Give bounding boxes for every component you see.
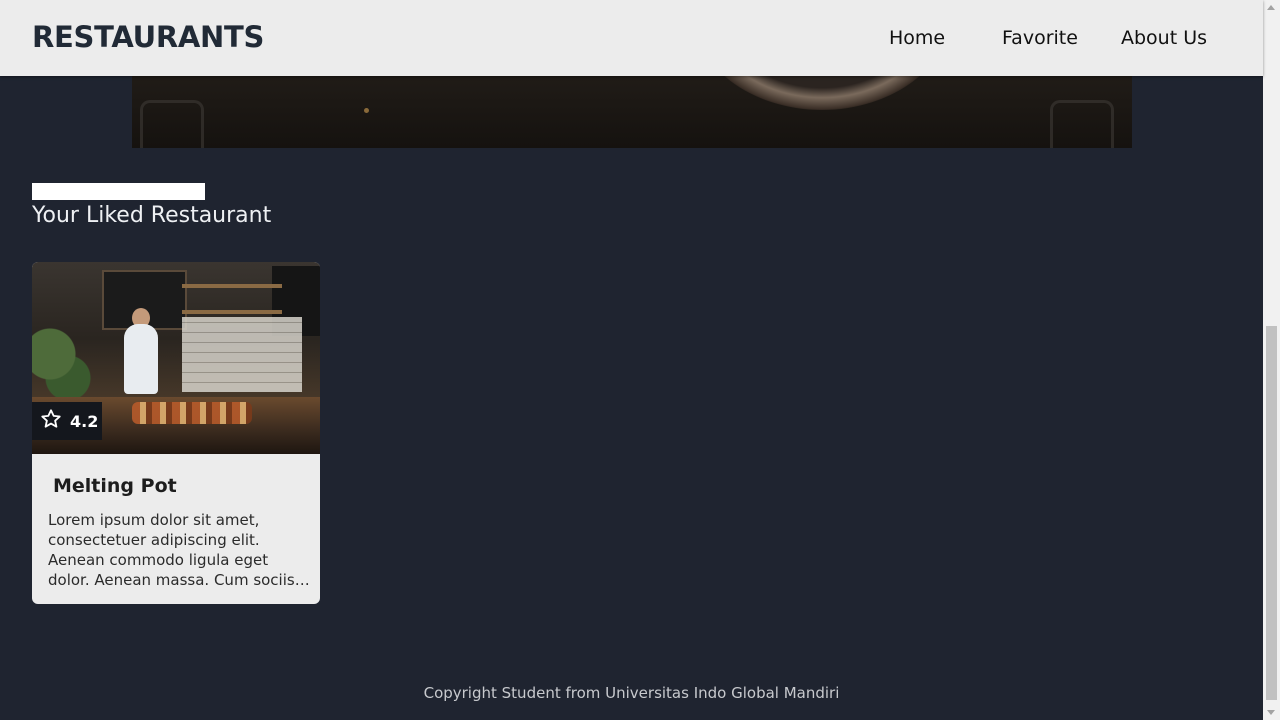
scroll-down-arrow-icon[interactable] <box>1267 710 1275 715</box>
section-title-accent <box>32 183 205 200</box>
app-bar: RESTAURANTS Home Favorite About Us <box>0 0 1263 76</box>
footer-copyright: Copyright Student from Universitas Indo … <box>423 684 840 702</box>
rating-badge: 4.2 <box>32 402 102 440</box>
image-shelf <box>182 284 282 288</box>
restaurant-description: Lorem ipsum dolor sit amet, consectetuer… <box>48 511 295 589</box>
image-plants <box>32 322 92 402</box>
scroll-up-arrow-icon[interactable] <box>1267 5 1275 10</box>
star-outline-icon <box>40 408 62 434</box>
image-shelf <box>182 310 282 314</box>
nav-link-about-us[interactable]: About Us <box>1121 27 1207 49</box>
image-tiles <box>182 317 302 392</box>
rating-value: 4.2 <box>70 411 99 431</box>
vertical-scrollbar[interactable] <box>1263 0 1280 720</box>
image-person <box>124 324 158 394</box>
scrollbar-thumb[interactable] <box>1266 326 1277 700</box>
image-food <box>132 402 252 424</box>
restaurant-image[interactable]: 4.2 <box>32 262 320 454</box>
restaurant-name[interactable]: Melting Pot <box>53 475 177 497</box>
section-title: Your Liked Restaurant <box>32 203 272 228</box>
hero-handle-left <box>140 100 204 148</box>
card-body: Melting Pot Lorem ipsum dolor sit amet, … <box>32 454 320 604</box>
brand-logo[interactable]: RESTAURANTS <box>32 20 264 54</box>
nav-link-favorite[interactable]: Favorite <box>1002 27 1078 49</box>
restaurant-card[interactable]: 4.2 Melting Pot Lorem ipsum dolor sit am… <box>32 262 320 604</box>
nav-link-home[interactable]: Home <box>889 27 945 49</box>
hero-handle-right <box>1050 100 1114 148</box>
hero-detail <box>364 108 369 113</box>
